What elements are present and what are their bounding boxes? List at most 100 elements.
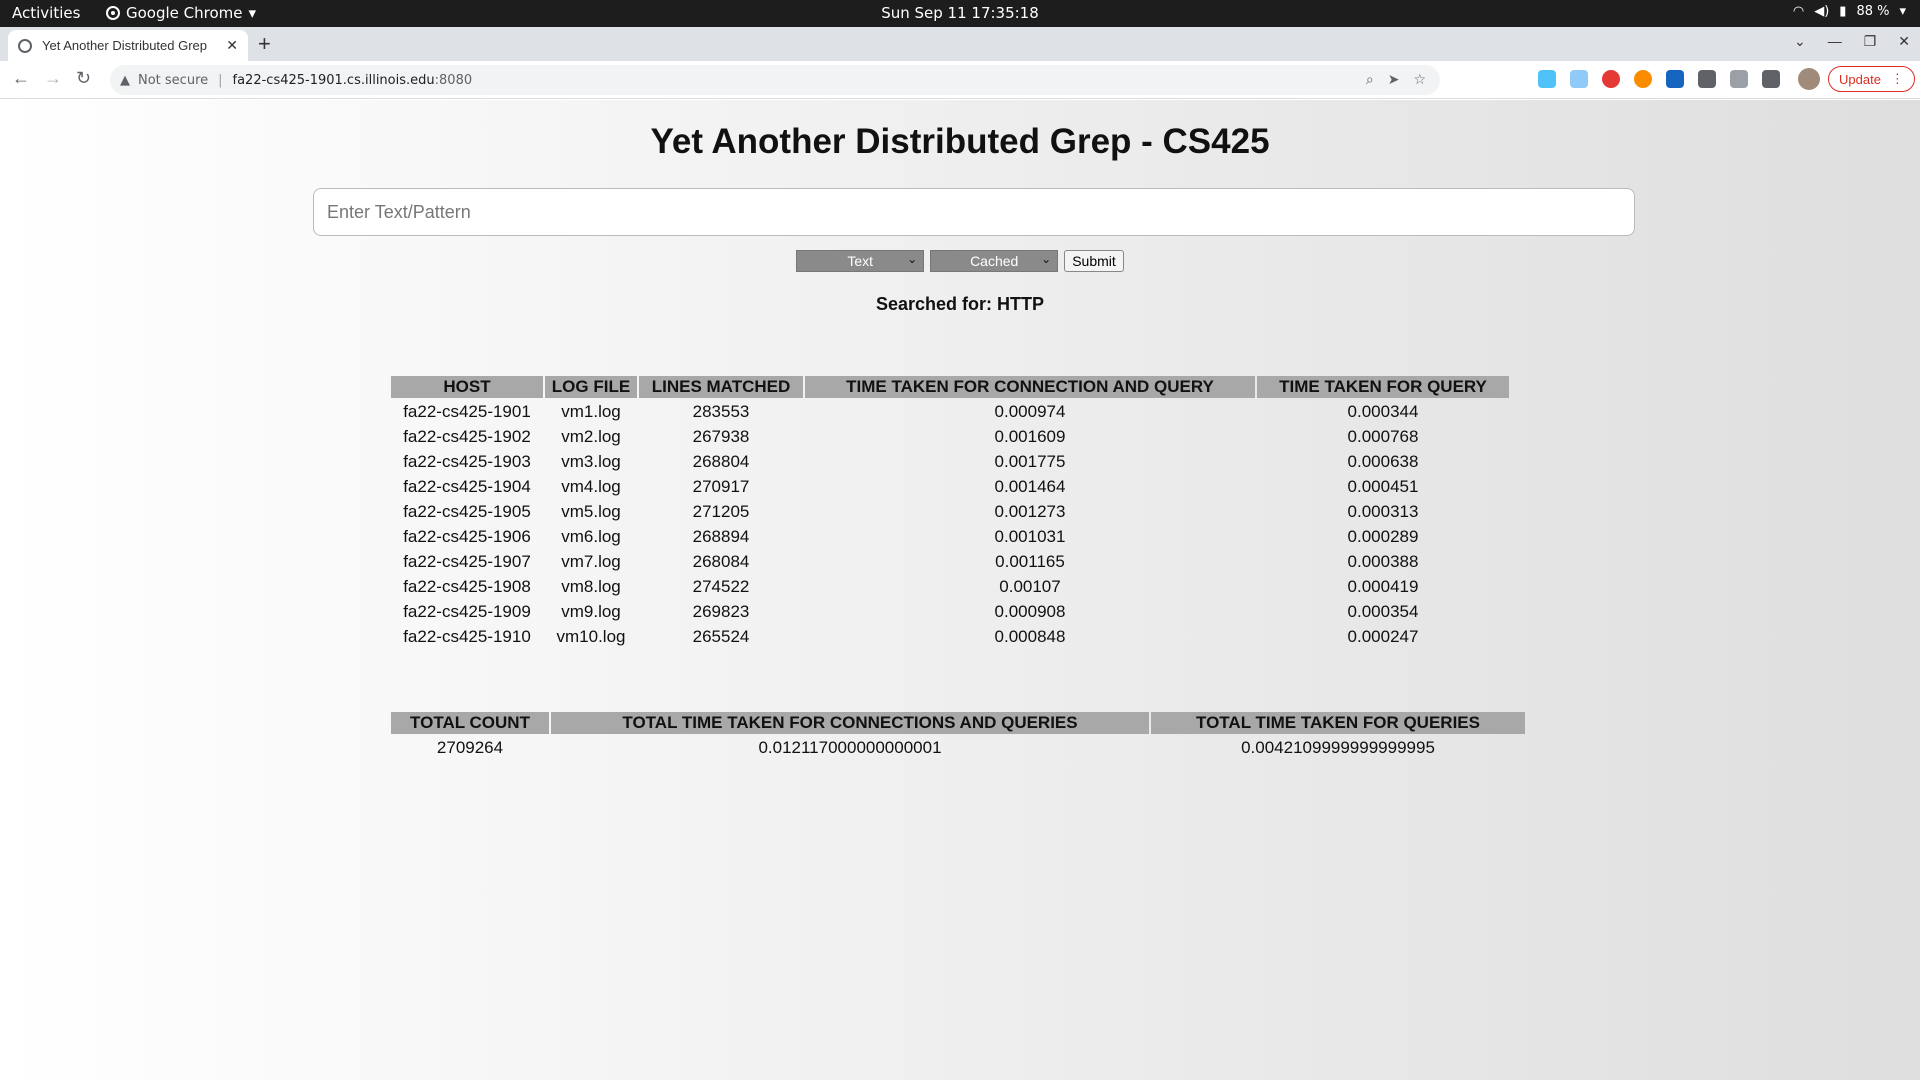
extension-icon[interactable] xyxy=(1666,70,1684,88)
column-header: LINES MATCHED xyxy=(639,376,803,398)
avatar[interactable] xyxy=(1798,68,1820,90)
kebab-menu-icon[interactable]: ⋮ xyxy=(1891,71,1904,87)
table-cell: 0.000768 xyxy=(1347,426,1419,446)
table-cell: 0.000451 xyxy=(1347,476,1419,496)
browser-tab[interactable]: Yet Another Distributed Grep ✕ xyxy=(8,30,248,61)
table-cell: 265524 xyxy=(692,626,750,646)
volume-icon: ◀) xyxy=(1814,4,1830,19)
tab-search-icon[interactable]: ⌄ xyxy=(1794,33,1806,50)
table-cell: 0.001775 xyxy=(994,451,1066,471)
address-bar[interactable]: ▲ Not secure | fa22-cs425-1901.cs.illino… xyxy=(110,65,1440,95)
extensions-bar xyxy=(1538,70,1780,88)
table-cell: vm1.log xyxy=(561,401,621,421)
page-content: Yet Another Distributed Grep - CS425 Tex… xyxy=(0,100,1920,1080)
update-button[interactable]: Update ⋮ xyxy=(1828,66,1915,92)
mode-select[interactable]: Text ⌄ xyxy=(796,250,925,272)
table-cell: 2709264 xyxy=(436,737,504,757)
table-cell: 0.001464 xyxy=(994,476,1066,496)
table-cell: fa22-cs425-1905 xyxy=(403,501,531,521)
adblock-extension-icon[interactable] xyxy=(1602,70,1620,88)
cache-select-value: Cached xyxy=(970,253,1019,269)
cookie-extension-icon[interactable] xyxy=(1634,70,1652,88)
table-cell: 0.000419 xyxy=(1347,576,1419,596)
table-cell: fa22-cs425-1908 xyxy=(403,576,531,596)
table-cell: 0.000247 xyxy=(1347,626,1419,646)
url-port: :8080 xyxy=(434,72,473,88)
puzzle-icon[interactable] xyxy=(1698,70,1716,88)
activities-button[interactable]: Activities xyxy=(12,4,80,22)
table-cell: 267938 xyxy=(692,426,750,446)
submit-button[interactable]: Submit xyxy=(1064,250,1124,272)
table-cell: 0.001031 xyxy=(994,526,1066,546)
table-cell: 0.000908 xyxy=(994,601,1066,621)
restore-icon[interactable]: ❐ xyxy=(1864,33,1877,50)
table-cell: fa22-cs425-1910 xyxy=(403,626,531,646)
search-controls: Text ⌄ Cached ⌄ Submit xyxy=(0,250,1920,272)
new-tab-button[interactable]: + xyxy=(258,32,271,56)
pattern-input[interactable] xyxy=(313,188,1635,236)
table-cell: 0.0042109999999999995 xyxy=(1241,737,1435,757)
table-row: fa22-cs425-1901 vm1.log 283553 0.000974 0.00… xyxy=(391,400,1509,423)
column-header: TOTAL COUNT xyxy=(391,712,549,734)
wifi-icon: ◠ xyxy=(1792,4,1805,19)
table-row: fa22-cs425-1909 vm9.log 269823 0.000908 0.00… xyxy=(391,600,1509,623)
update-label: Update xyxy=(1839,71,1881,87)
browser-toolbar: ← → ↻ ▲ Not secure | fa22-cs425-1901.cs.… xyxy=(0,61,1920,99)
table-cell: vm5.log xyxy=(561,501,621,521)
warning-icon: ▲ xyxy=(120,72,130,88)
table-cell: vm10.log xyxy=(556,626,626,646)
totals-table: TOTAL COUNT TOTAL TIME TAKEN FOR CONNECTI… xyxy=(389,710,1527,761)
column-header: TOTAL TIME TAKEN FOR QUERIES xyxy=(1151,712,1525,734)
back-icon[interactable]: ← xyxy=(12,68,30,89)
send-icon[interactable]: ➤ xyxy=(1388,72,1400,88)
table-cell: 0.000974 xyxy=(994,401,1066,421)
table-row: fa22-cs425-1903 vm3.log 268804 0.001775 0.00… xyxy=(391,450,1509,473)
searched-for-text: Searched for: HTTP xyxy=(875,294,1045,314)
forward-icon[interactable]: → xyxy=(44,68,62,89)
table-cell: vm8.log xyxy=(561,576,621,596)
chevron-down-icon: ▾ xyxy=(1899,4,1906,19)
minimize-icon[interactable]: — xyxy=(1828,33,1842,50)
table-row: fa22-cs425-1910 vm10.log 265524 0.000848 0.0… xyxy=(391,625,1509,648)
app-menu-label: Google Chrome xyxy=(126,4,243,22)
chevron-down-icon: ▾ xyxy=(248,4,257,22)
table-cell: 271205 xyxy=(692,501,750,521)
close-icon[interactable]: ✕ xyxy=(226,37,238,54)
table-cell: fa22-cs425-1906 xyxy=(403,526,531,546)
table-cell: fa22-cs425-1907 xyxy=(403,551,531,571)
zoom-icon[interactable]: ⌕ xyxy=(1366,72,1374,88)
omnibox-actions: ⌕ ➤ ☆ xyxy=(1366,72,1426,88)
table-cell: vm4.log xyxy=(561,476,621,496)
chrome-icon xyxy=(106,6,120,20)
reading-list-icon[interactable] xyxy=(1730,70,1748,88)
system-tray[interactable]: ◠ ◀) ▮ 88 % ▾ xyxy=(1793,4,1906,19)
react-extension-icon[interactable] xyxy=(1538,70,1556,88)
mode-select-value: Text xyxy=(847,253,874,269)
separator: | xyxy=(218,72,223,88)
table-cell: 274522 xyxy=(692,576,750,596)
table-cell: 0.00107 xyxy=(999,576,1061,596)
table-cell: vm9.log xyxy=(561,601,621,621)
tab-title: Yet Another Distributed Grep xyxy=(42,38,208,53)
chevron-down-icon: ⌄ xyxy=(1041,252,1052,266)
table-row: fa22-cs425-1905 vm5.log 271205 0.001273 0.00… xyxy=(391,500,1509,523)
table-cell: vm3.log xyxy=(561,451,621,471)
table-row: fa22-cs425-1908 vm8.log 274522 0.00107 0.000… xyxy=(391,575,1509,598)
window-controls: ⌄ — ❐ ✕ xyxy=(1794,33,1910,50)
table-cell: 283553 xyxy=(692,401,750,421)
side-panel-icon[interactable] xyxy=(1762,70,1780,88)
table-cell: vm2.log xyxy=(561,426,621,446)
battery-percent: 88 % xyxy=(1856,4,1890,19)
reload-icon[interactable]: ↻ xyxy=(76,68,91,89)
extension-icon[interactable] xyxy=(1570,70,1588,88)
table-cell: vm7.log xyxy=(561,551,621,571)
clock[interactable]: Sun Sep 11 17:35:18 xyxy=(881,4,1039,22)
table-row: fa22-cs425-1907 vm7.log 268084 0.001165 0.00… xyxy=(391,550,1509,573)
close-window-icon[interactable]: ✕ xyxy=(1898,33,1910,50)
table-cell: 0.001273 xyxy=(994,501,1066,521)
app-menu[interactable]: Google Chrome ▾ xyxy=(106,4,256,22)
cache-select[interactable]: Cached ⌄ xyxy=(930,250,1059,272)
star-icon[interactable]: ☆ xyxy=(1413,72,1426,88)
table-row: fa22-cs425-1906 vm6.log 268894 0.001031 0.00… xyxy=(391,525,1509,548)
table-cell: 270917 xyxy=(692,476,750,496)
